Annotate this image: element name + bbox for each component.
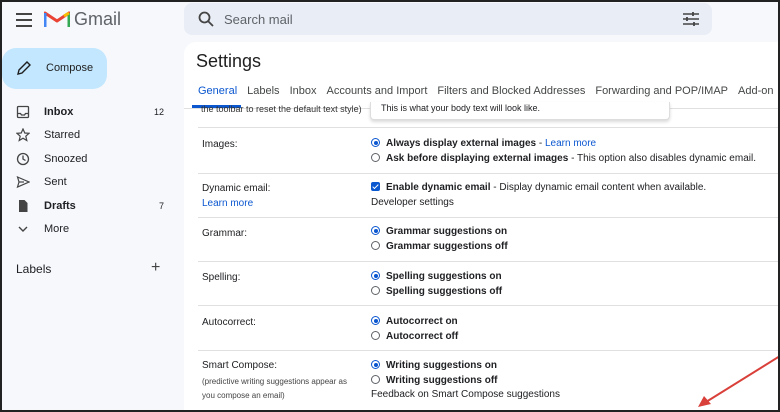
sidebar-item-inbox[interactable]: Inbox 12 (0, 101, 176, 123)
radio-selected[interactable] (371, 360, 380, 369)
draft-count: 7 (158, 201, 164, 211)
smart-compose-description: you compose an email) (202, 391, 285, 400)
gmail-logo-icon[interactable] (44, 8, 70, 30)
preview-text: This is what your body text will look li… (381, 103, 541, 113)
radio-selected[interactable] (371, 316, 380, 325)
smart-compose-feedback-link[interactable]: Feedback on Smart Compose suggestions (371, 389, 560, 403)
images-option-always[interactable]: Always display external images - Learn m… (371, 138, 596, 152)
writing-suggestions-option-off[interactable]: Writing suggestions off (371, 375, 497, 389)
page-title: Settings (196, 51, 262, 71)
radio-selected[interactable] (371, 226, 380, 235)
writing-suggestions-option-on[interactable]: Writing suggestions on (371, 360, 497, 374)
row-divider (198, 127, 780, 128)
main-menu-icon[interactable] (12, 9, 36, 31)
grammar-option-off[interactable]: Grammar suggestions off (371, 241, 508, 255)
chevron-down-icon (18, 226, 28, 232)
sidebar-item-drafts[interactable]: Drafts 7 (0, 195, 176, 217)
compose-label: Compose (46, 62, 94, 74)
developer-settings-link[interactable]: Developer settings (371, 197, 454, 211)
add-label-icon[interactable]: + (151, 259, 160, 277)
images-option-ask[interactable]: Ask before displaying external images - … (371, 153, 756, 167)
radio-unselected[interactable] (371, 286, 380, 295)
text-style-preview: This is what your body text will look li… (370, 102, 670, 120)
images-learn-more-link[interactable]: Learn more (545, 138, 596, 149)
grammar-label: Grammar: (202, 228, 247, 239)
draft-file-icon (19, 200, 28, 212)
spelling-label: Spelling: (202, 272, 241, 283)
sidebar-item-label: Inbox (44, 106, 74, 118)
search-bar (184, 3, 712, 35)
clock-icon (16, 152, 30, 166)
radio-selected[interactable] (371, 271, 380, 280)
sidebar-item-starred[interactable]: Starred (0, 124, 176, 146)
text-style-label: the toolbar to reset the default text st… (201, 104, 362, 114)
tab-add-ons[interactable]: Add-on (732, 80, 777, 108)
dynamic-email-learn-more-link[interactable]: Learn more (202, 198, 253, 209)
smart-compose-label: Smart Compose: (202, 360, 278, 371)
compose-button[interactable]: Compose (2, 48, 107, 89)
search-options-icon[interactable] (682, 11, 700, 27)
radio-unselected[interactable] (371, 331, 380, 340)
search-icon[interactable] (198, 11, 214, 27)
checkbox-checked[interactable] (371, 182, 380, 191)
row-divider (198, 261, 780, 262)
spelling-option-on[interactable]: Spelling suggestions on (371, 271, 502, 285)
images-label: Images: (202, 139, 238, 150)
radio-unselected[interactable] (371, 153, 380, 162)
sidebar-item-label: Starred (44, 129, 81, 141)
settings-panel: Settings General Labels Inbox Accounts and … (184, 42, 780, 412)
grammar-option-on[interactable]: Grammar suggestions on (371, 226, 507, 240)
unread-count: 12 (153, 107, 164, 117)
sidebar-item-label: More (44, 223, 70, 235)
sidebar-item-label: Snoozed (44, 153, 88, 165)
radio-unselected[interactable] (371, 241, 380, 250)
annotation-arrow-icon (698, 355, 780, 407)
send-icon (16, 175, 30, 189)
inbox-icon (16, 105, 30, 119)
sidebar-item-label: Sent (44, 176, 67, 188)
autocorrect-option-off[interactable]: Autocorrect off (371, 331, 458, 345)
autocorrect-label: Autocorrect: (202, 317, 256, 328)
pencil-icon (17, 61, 31, 75)
app-name: Gmail (74, 9, 122, 29)
radio-selected[interactable] (371, 138, 380, 147)
row-divider (198, 305, 780, 306)
smart-compose-description: (predictive writing suggestions appear a… (202, 377, 347, 386)
row-divider (198, 350, 780, 351)
row-divider (198, 173, 780, 174)
top-bar: Gmail (0, 0, 780, 40)
star-icon (16, 128, 30, 142)
dynamic-email-option[interactable]: Enable dynamic email - Display dynamic e… (371, 182, 706, 196)
dynamic-email-label: Dynamic email: (202, 183, 271, 194)
sidebar-item-more[interactable]: More (0, 218, 176, 240)
sidebar-item-sent[interactable]: Sent (0, 171, 176, 193)
autocorrect-option-on[interactable]: Autocorrect on (371, 316, 458, 330)
search-input[interactable] (224, 7, 664, 31)
sidebar-item-snoozed[interactable]: Snoozed (0, 148, 176, 170)
radio-unselected[interactable] (371, 375, 380, 384)
labels-heading: Labels (16, 262, 52, 276)
sidebar-item-label: Drafts (44, 200, 76, 212)
spelling-option-off[interactable]: Spelling suggestions off (371, 286, 502, 300)
row-divider (198, 217, 780, 218)
